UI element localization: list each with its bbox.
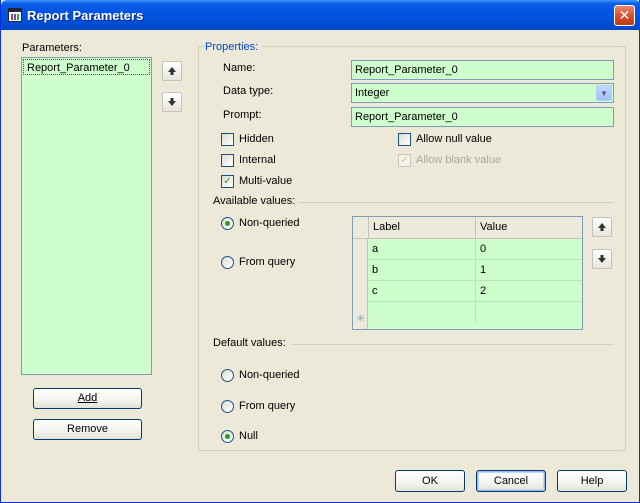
add-button[interactable]: Add: [33, 388, 142, 409]
multi-value-checkbox[interactable]: ✓: [221, 175, 234, 188]
grid-header-label[interactable]: Label: [368, 217, 475, 238]
grid-header: Label Value: [353, 217, 582, 239]
grid-cell-value[interactable]: 0: [475, 239, 582, 260]
new-table-row[interactable]: [368, 302, 582, 323]
grid-move-up-button[interactable]: [592, 217, 612, 237]
parameters-label: Parameters:: [22, 42, 82, 54]
grid-cell-label[interactable]: b: [368, 260, 475, 281]
move-up-button[interactable]: [162, 61, 182, 81]
default-non-queried-radio[interactable]: [221, 369, 234, 382]
new-row-asterisk-icon: ✳: [356, 313, 366, 325]
allow-null-label: Allow null value: [416, 133, 492, 145]
available-non-queried-radio[interactable]: [221, 217, 234, 230]
title-bar[interactable]: Report Parameters ✕: [1, 0, 640, 30]
grid-cell-value[interactable]: 1: [475, 260, 582, 281]
cancel-button[interactable]: Cancel: [476, 470, 546, 492]
remove-button[interactable]: Remove: [33, 419, 142, 440]
properties-group-label: Properties:: [205, 41, 262, 53]
add-button-label: Add: [77, 392, 98, 404]
available-from-query-label: From query: [239, 256, 296, 268]
grid-header-value[interactable]: Value: [475, 217, 582, 238]
report-icon: [8, 8, 22, 22]
default-values-divider: [292, 344, 614, 345]
data-type-value: Integer: [355, 87, 390, 99]
down-arrow-icon: [598, 255, 606, 263]
chevron-down-icon[interactable]: ▼: [596, 85, 612, 101]
internal-label: Internal: [239, 154, 276, 166]
grid-cell-label[interactable]: c: [368, 281, 475, 302]
grid-move-down-button[interactable]: [592, 249, 612, 269]
table-row[interactable]: b 1: [368, 260, 582, 281]
hidden-checkbox[interactable]: [221, 133, 234, 146]
radio-selected-dot: [225, 434, 230, 439]
default-values-label: Default values:: [213, 337, 286, 349]
remove-button-label: Remove: [67, 423, 108, 435]
ok-button[interactable]: OK: [395, 470, 465, 492]
allow-null-checkbox[interactable]: [398, 133, 411, 146]
allow-blank-checkbox: ✓: [398, 154, 411, 167]
allow-blank-label: Allow blank value: [416, 154, 501, 166]
available-non-queried-label: Non-queried: [239, 217, 300, 229]
available-values-label: Available values:: [213, 195, 296, 207]
data-type-label: Data type:: [223, 85, 274, 97]
parameters-listbox[interactable]: Report_Parameter_0: [21, 57, 152, 375]
prompt-field[interactable]: Report_Parameter_0: [351, 107, 614, 127]
table-row[interactable]: c 2: [368, 281, 582, 302]
window-title: Report Parameters: [27, 8, 144, 23]
available-values-divider: [298, 202, 614, 203]
up-arrow-icon: [168, 67, 176, 75]
data-type-select[interactable]: Integer ▼: [351, 83, 614, 103]
default-from-query-label: From query: [239, 400, 296, 412]
available-values-grid[interactable]: Label Value a 0 b 1 c 2 ✳: [352, 216, 583, 330]
down-arrow-icon: [168, 98, 176, 106]
grid-cell-value[interactable]: 2: [475, 281, 582, 302]
help-button[interactable]: Help: [557, 470, 627, 492]
table-row[interactable]: a 0: [368, 239, 582, 260]
grid-cell-label[interactable]: a: [368, 239, 475, 260]
up-arrow-icon: [598, 223, 606, 231]
name-label: Name:: [223, 62, 256, 74]
multi-value-label: Multi-value: [239, 175, 293, 187]
default-null-label: Null: [239, 430, 258, 442]
internal-checkbox[interactable]: [221, 154, 234, 167]
default-non-queried-label: Non-queried: [239, 369, 300, 381]
default-from-query-radio[interactable]: [221, 400, 234, 413]
close-icon[interactable]: ✕: [614, 5, 635, 26]
move-down-button[interactable]: [162, 92, 182, 112]
parameter-list-item[interactable]: Report_Parameter_0: [23, 59, 150, 75]
prompt-label: Prompt:: [223, 109, 262, 121]
default-null-radio[interactable]: [221, 430, 234, 443]
radio-selected-dot: [225, 221, 230, 226]
grid-new-cell[interactable]: [475, 302, 582, 323]
available-from-query-radio[interactable]: [221, 256, 234, 269]
name-field[interactable]: Report_Parameter_0: [351, 60, 614, 80]
report-parameters-dialog: Report Parameters ✕ Parameters: Report_P…: [0, 0, 640, 503]
hidden-label: Hidden: [239, 133, 274, 145]
